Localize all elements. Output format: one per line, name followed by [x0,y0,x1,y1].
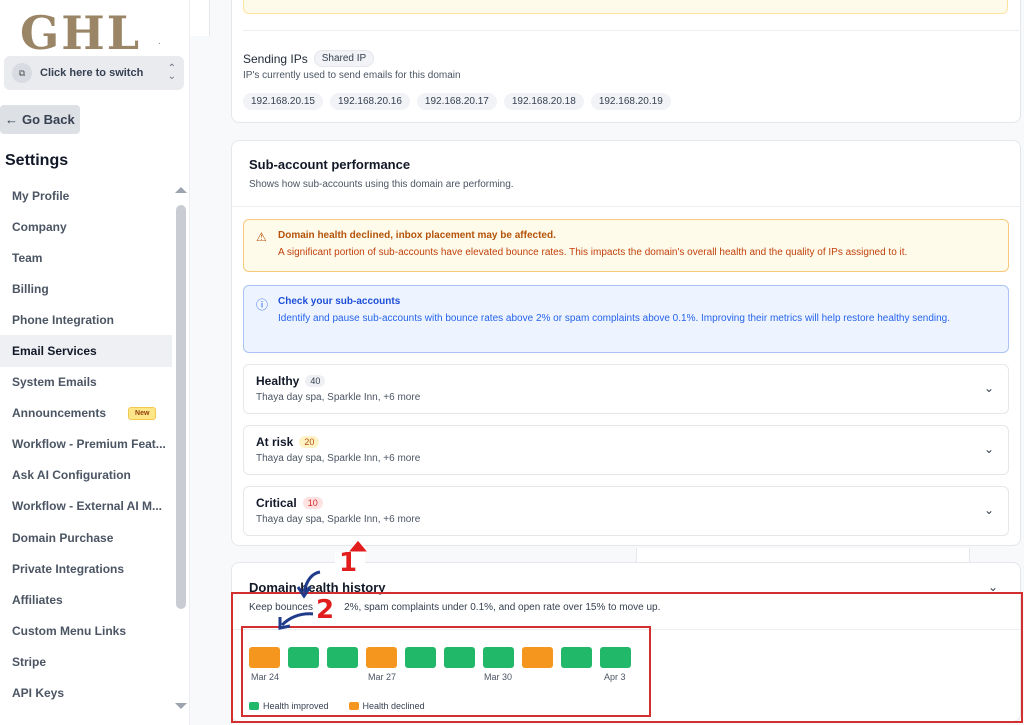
divider [243,30,1019,31]
sidebar-item-domain-purchase[interactable]: Domain Purchase [0,522,172,553]
sidebar-item-billing[interactable]: Billing [0,273,172,304]
settings-nav: My Profile Company Team Billing Phone Integr… [0,180,172,709]
scroll-down-arrow[interactable] [175,703,187,709]
sidebar-item-label: System Emails [12,375,97,390]
settings-title: Settings [5,152,69,169]
sidebar-item-label: My Profile [12,188,70,203]
sub-accounts-info: ⓘ Check your sub-accounts Identify and p… [243,285,1009,353]
go-back-button[interactable]: ← Go Back [0,105,80,134]
sidebar-item-custom-menu-links[interactable]: Custom Menu Links [0,615,172,646]
sidebar-item-label: Domain Purchase [12,530,114,545]
sidebar-item-phone-integration[interactable]: Phone Integration [0,304,172,335]
sidebar-item-label: Email Services [12,344,97,359]
sidebar-item-workflow-premium-feat[interactable]: Workflow - Premium Feat... [0,429,172,460]
info-icon: ⓘ [256,298,269,312]
settings-sidebar: GHL . ⧉ Click here to switch ⌃ ⌄ ← Go Bac… [0,0,190,725]
info-body: Identify and pause sub-accounts with bou… [278,313,951,324]
group-accounts: Thaya day spa, Sparkle Inn, +6 more [256,514,421,525]
ip-list: 192.168.20.15 192.168.20.16 192.168.20.17 1… [243,93,671,110]
ip-chip: 192.168.20.15 [243,93,323,110]
warning-strip [243,0,1008,14]
switcher-label: Click here to switch [40,67,144,79]
sidebar-item-label: Stripe [12,654,47,669]
sidebar-item-label: Ask AI Configuration [12,468,131,483]
chevron-up-down-icon: ⌃ ⌄ [167,63,176,82]
warning-body: A significant portion of sub-accounts ha… [278,247,908,258]
ip-chip: 192.168.20.17 [416,93,497,110]
group-title: Healthy [256,374,300,388]
switch-account-icon: ⧉ [12,63,32,83]
performance-title: Sub-account performance [249,157,411,172]
group-count: 10 [302,497,323,509]
annotation-marker-2: 2 [316,595,335,625]
sidebar-item-ask-ai-configuration[interactable]: Ask AI Configuration [0,460,172,491]
sidebar-item-email-services[interactable]: Email Services [0,335,172,367]
sidebar-item-private-integrations[interactable]: Private Integrations [0,553,172,584]
sidebar-item-label: Affiliates [12,592,63,607]
new-badge: New [128,406,157,420]
sending-ips-header: Sending IPs Shared IP [243,50,375,67]
group-critical[interactable]: Critical 10 Thaya day spa, Sparkle Inn, +… [243,486,1009,536]
account-switcher[interactable]: ⧉ Click here to switch ⌃ ⌄ [4,56,184,90]
group-at-risk[interactable]: At risk 20 Thaya day spa, Sparkle Inn, +6… [243,425,1009,475]
background-panel [636,548,970,562]
info-title: Check your sub-accounts [278,296,401,307]
sidebar-item-label: Billing [12,281,49,296]
sending-ips-subtitle: IP's currently used to send emails for t… [243,70,461,81]
group-accounts: Thaya day spa, Sparkle Inn, +6 more [256,392,421,403]
warning-title: Domain health declined, inbox placement … [278,230,556,241]
sidebar-item-affiliates[interactable]: Affiliates [0,584,172,615]
chevron-down-icon[interactable]: ⌄ [984,442,994,456]
divider [232,206,1020,207]
chevron-down-icon[interactable]: ⌄ [984,381,994,395]
sidebar-item-label: Workflow - External AI M... [12,499,163,514]
domain-health-warning: ⚠ Domain health declined, inbox placemen… [243,219,1009,272]
ip-chip: 192.168.20.19 [590,93,671,110]
sidebar-scrollbar[interactable] [176,205,186,609]
sending-ips-title: Sending IPs [243,51,308,66]
ghl-logo: GHL [20,6,142,60]
sidebar-item-label: Company [12,219,67,234]
ip-chip: 192.168.20.16 [329,93,410,110]
sidebar-item-workflow-external-ai-m[interactable]: Workflow - External AI M... [0,491,172,522]
logo-dot: . [158,36,161,47]
go-back-label: Go Back [22,112,75,127]
sidebar-item-label: Team [12,250,43,265]
sidebar-item-team[interactable]: Team [0,242,172,273]
group-healthy[interactable]: Healthy 40 Thaya day spa, Sparkle Inn, +6… [243,364,1009,414]
sidebar-item-label: Phone Integration [12,312,114,327]
sidebar-item-api-keys[interactable]: API Keys [0,678,172,709]
sidebar-item-announcements[interactable]: Announcements New [0,398,172,429]
highlight-box-inner [241,626,651,717]
warning-triangle-icon: ⚠ [256,230,267,244]
group-title: At risk [256,435,294,449]
shared-ip-badge: Shared IP [313,50,375,67]
sidebar-item-system-emails[interactable]: System Emails [0,367,172,398]
sidebar-item-my-profile[interactable]: My Profile [0,180,172,211]
sidebar-item-label: API Keys [12,686,65,701]
annotation-marker-1: 1 [339,548,358,578]
top-strip [190,0,210,36]
sidebar-item-label: Custom Menu Links [12,623,127,638]
chevron-down-icon[interactable]: ⌄ [984,503,994,517]
sidebar-item-company[interactable]: Company [0,211,172,242]
group-title: Critical [256,496,297,510]
group-count: 20 [299,436,320,448]
sidebar-item-label: Private Integrations [12,561,125,576]
group-accounts: Thaya day spa, Sparkle Inn, +6 more [256,453,421,464]
sidebar-item-label: Workflow - Premium Feat... [12,437,166,452]
ip-chip: 192.168.20.18 [503,93,584,110]
sidebar-item-label: Announcements [12,406,107,421]
sidebar-item-stripe[interactable]: Stripe [0,646,172,677]
arrow-left-icon: ← [5,112,18,127]
performance-subtitle: Shows how sub-accounts using this domain… [249,179,514,190]
group-count: 40 [305,375,326,387]
scroll-up-arrow[interactable] [175,187,187,193]
